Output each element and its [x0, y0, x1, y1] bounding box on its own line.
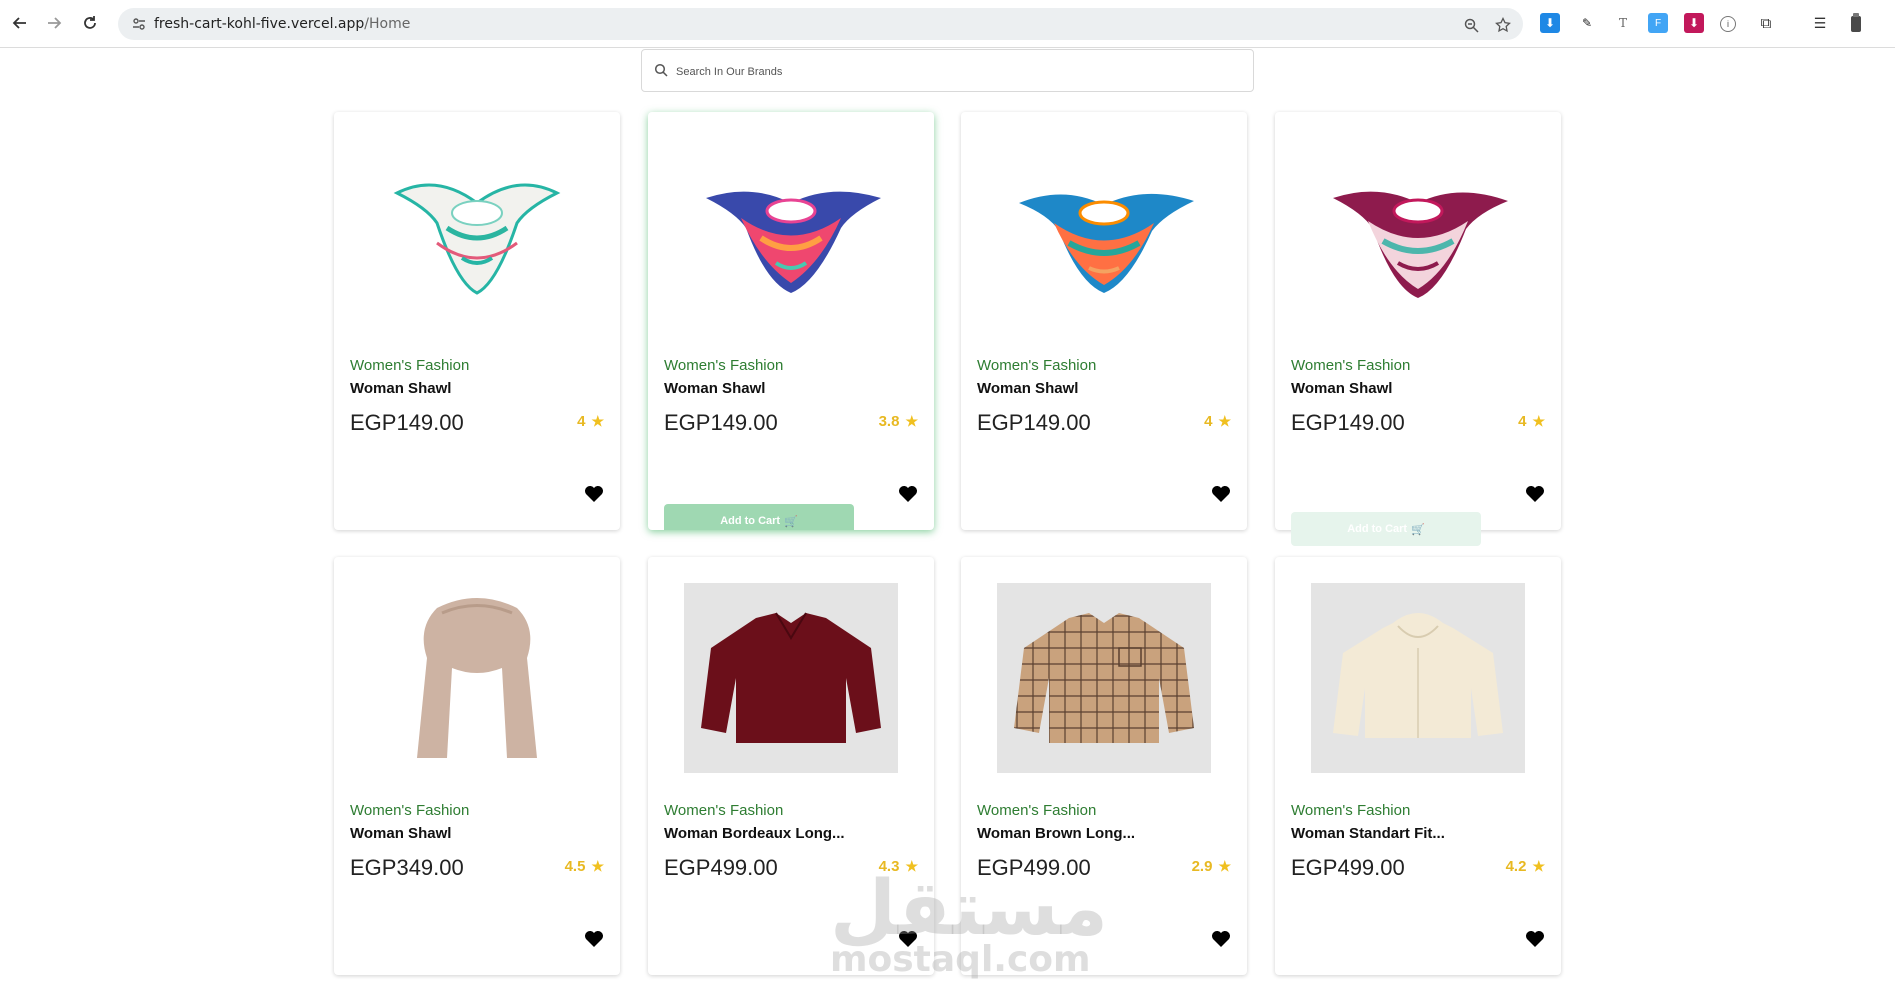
add-to-cart-label: Add to Cart: [720, 515, 781, 527]
product-category[interactable]: Women's Fashion: [977, 357, 1096, 374]
product-title[interactable]: Woman Shawl: [977, 380, 1078, 397]
product-price: EGP149.00: [977, 410, 1091, 435]
product-price: EGP149.00: [350, 410, 464, 435]
fonts-extension-icon[interactable]: F: [1648, 13, 1668, 33]
star-icon: ★: [1532, 413, 1545, 429]
product-price: EGP149.00: [1291, 410, 1405, 435]
product-rating: 4.5 ★: [565, 858, 604, 875]
reload-icon[interactable]: [77, 10, 103, 36]
back-icon[interactable]: [7, 10, 33, 36]
heart-icon[interactable]: [1525, 485, 1545, 503]
product-card[interactable]: Women's Fashion Woman Shawl EGP149.00 3.…: [648, 112, 934, 530]
search-icon: [654, 63, 668, 77]
star-icon: ★: [1532, 858, 1545, 874]
download-extension-icon[interactable]: ⬇: [1540, 13, 1560, 33]
add-to-cart-button[interactable]: Add to Cart 🛒: [664, 504, 854, 530]
product-card[interactable]: Women's Fashion Woman Shawl EGP349.00 4.…: [334, 557, 620, 975]
url-path: /Home: [364, 16, 411, 32]
product-category[interactable]: Women's Fashion: [1291, 802, 1410, 819]
rating-value: 4.5: [564, 858, 586, 875]
product-image[interactable]: [684, 138, 898, 328]
product-title[interactable]: Woman Shawl: [350, 825, 451, 842]
heart-icon[interactable]: [1211, 485, 1231, 503]
rating-value: 4: [1204, 413, 1213, 430]
product-price: EGP499.00: [664, 855, 778, 880]
product-price: EGP499.00: [1291, 855, 1405, 880]
product-title[interactable]: Woman Brown Long...: [977, 825, 1135, 842]
product-image[interactable]: [370, 138, 584, 328]
rating-value: 3.8: [878, 413, 900, 430]
product-card[interactable]: Women's Fashion Woman Shawl EGP149.00 4 ★: [334, 112, 620, 530]
product-category[interactable]: Women's Fashion: [1291, 357, 1410, 374]
watermark-arabic: مستقل: [830, 863, 1108, 952]
url-text: fresh-cart-kohl-five.vercel.app/Home: [154, 16, 410, 32]
product-image[interactable]: [684, 583, 898, 773]
rating-value: 4: [1518, 413, 1527, 430]
star-icon: ★: [591, 858, 604, 874]
add-to-cart-button[interactable]: Add to Cart 🛒: [1291, 512, 1481, 546]
product-rating: 3.8 ★: [879, 413, 918, 430]
browser-toolbar: fresh-cart-kohl-five.vercel.app/Home ⬇ ✎…: [0, 0, 1895, 48]
product-title[interactable]: Woman Shawl: [664, 380, 765, 397]
product-rating: 4 ★: [1204, 413, 1231, 430]
product-category[interactable]: Women's Fashion: [977, 802, 1096, 819]
product-title[interactable]: Woman Standart Fit...: [1291, 825, 1445, 842]
product-category[interactable]: Women's Fashion: [350, 357, 469, 374]
bookmark-star-icon[interactable]: [1493, 15, 1513, 35]
product-category[interactable]: Women's Fashion: [664, 802, 783, 819]
heart-icon[interactable]: [584, 485, 604, 503]
url-host: fresh-cart-kohl-five.vercel.app: [154, 16, 365, 32]
product-rating: 2.9 ★: [1192, 858, 1231, 875]
product-price: EGP149.00: [664, 410, 778, 435]
text-extension-icon[interactable]: T: [1613, 13, 1633, 33]
watermark: مستقل mostaql.com: [830, 863, 1108, 980]
product-category[interactable]: Women's Fashion: [664, 357, 783, 374]
zoom-icon[interactable]: [1461, 15, 1481, 35]
forward-icon[interactable]: [41, 10, 67, 36]
star-icon: ★: [1218, 858, 1231, 874]
star-icon: ★: [1218, 413, 1231, 429]
pen-extension-icon[interactable]: ✎: [1577, 13, 1597, 33]
product-title[interactable]: Woman Shawl: [1291, 380, 1392, 397]
product-image[interactable]: [1311, 138, 1525, 328]
product-card[interactable]: Women's Fashion Woman Shawl EGP149.00 4 ★: [961, 112, 1247, 530]
reading-list-icon[interactable]: ☰: [1810, 13, 1830, 33]
product-rating: 4.2 ★: [1506, 858, 1545, 875]
info-extension-icon[interactable]: i: [1720, 16, 1736, 32]
product-category[interactable]: Women's Fashion: [350, 802, 469, 819]
product-title[interactable]: Woman Shawl: [350, 380, 451, 397]
product-image[interactable]: [1311, 583, 1525, 773]
address-bar[interactable]: fresh-cart-kohl-five.vercel.app/Home: [118, 8, 1523, 40]
heart-icon[interactable]: [898, 485, 918, 503]
heart-icon[interactable]: [1211, 930, 1231, 948]
star-icon: ★: [591, 413, 604, 429]
product-rating: 4 ★: [577, 413, 604, 430]
product-rating: 4 ★: [1518, 413, 1545, 430]
add-to-cart-label: Add to Cart: [1347, 523, 1408, 535]
site-info-icon[interactable]: [130, 15, 148, 33]
rating-value: 4: [577, 413, 586, 430]
heart-icon[interactable]: [584, 930, 604, 948]
rating-value: 4.2: [1505, 858, 1527, 875]
profile-avatar[interactable]: [1846, 13, 1866, 33]
product-card[interactable]: Women's Fashion Woman Standart Fit... EG…: [1275, 557, 1561, 975]
product-card[interactable]: Women's Fashion Woman Shawl EGP149.00 4 ★…: [1275, 112, 1561, 546]
brand-search: [641, 49, 1254, 92]
star-icon: ★: [905, 413, 918, 429]
cart-icon: 🛒: [784, 515, 798, 528]
save-extension-icon[interactable]: ⬇: [1684, 13, 1704, 33]
product-image[interactable]: [997, 138, 1211, 328]
rating-value: 2.9: [1191, 858, 1213, 875]
watermark-latin: mostaql.com: [830, 939, 1091, 980]
extensions-puzzle-icon[interactable]: ⧉: [1756, 13, 1776, 33]
heart-icon[interactable]: [1525, 930, 1545, 948]
product-title[interactable]: Woman Bordeaux Long...: [664, 825, 845, 842]
product-image[interactable]: [370, 583, 584, 773]
product-price: EGP349.00: [350, 855, 464, 880]
cart-icon: 🛒: [1411, 523, 1425, 536]
product-image[interactable]: [997, 583, 1211, 773]
search-input[interactable]: [674, 52, 1238, 91]
